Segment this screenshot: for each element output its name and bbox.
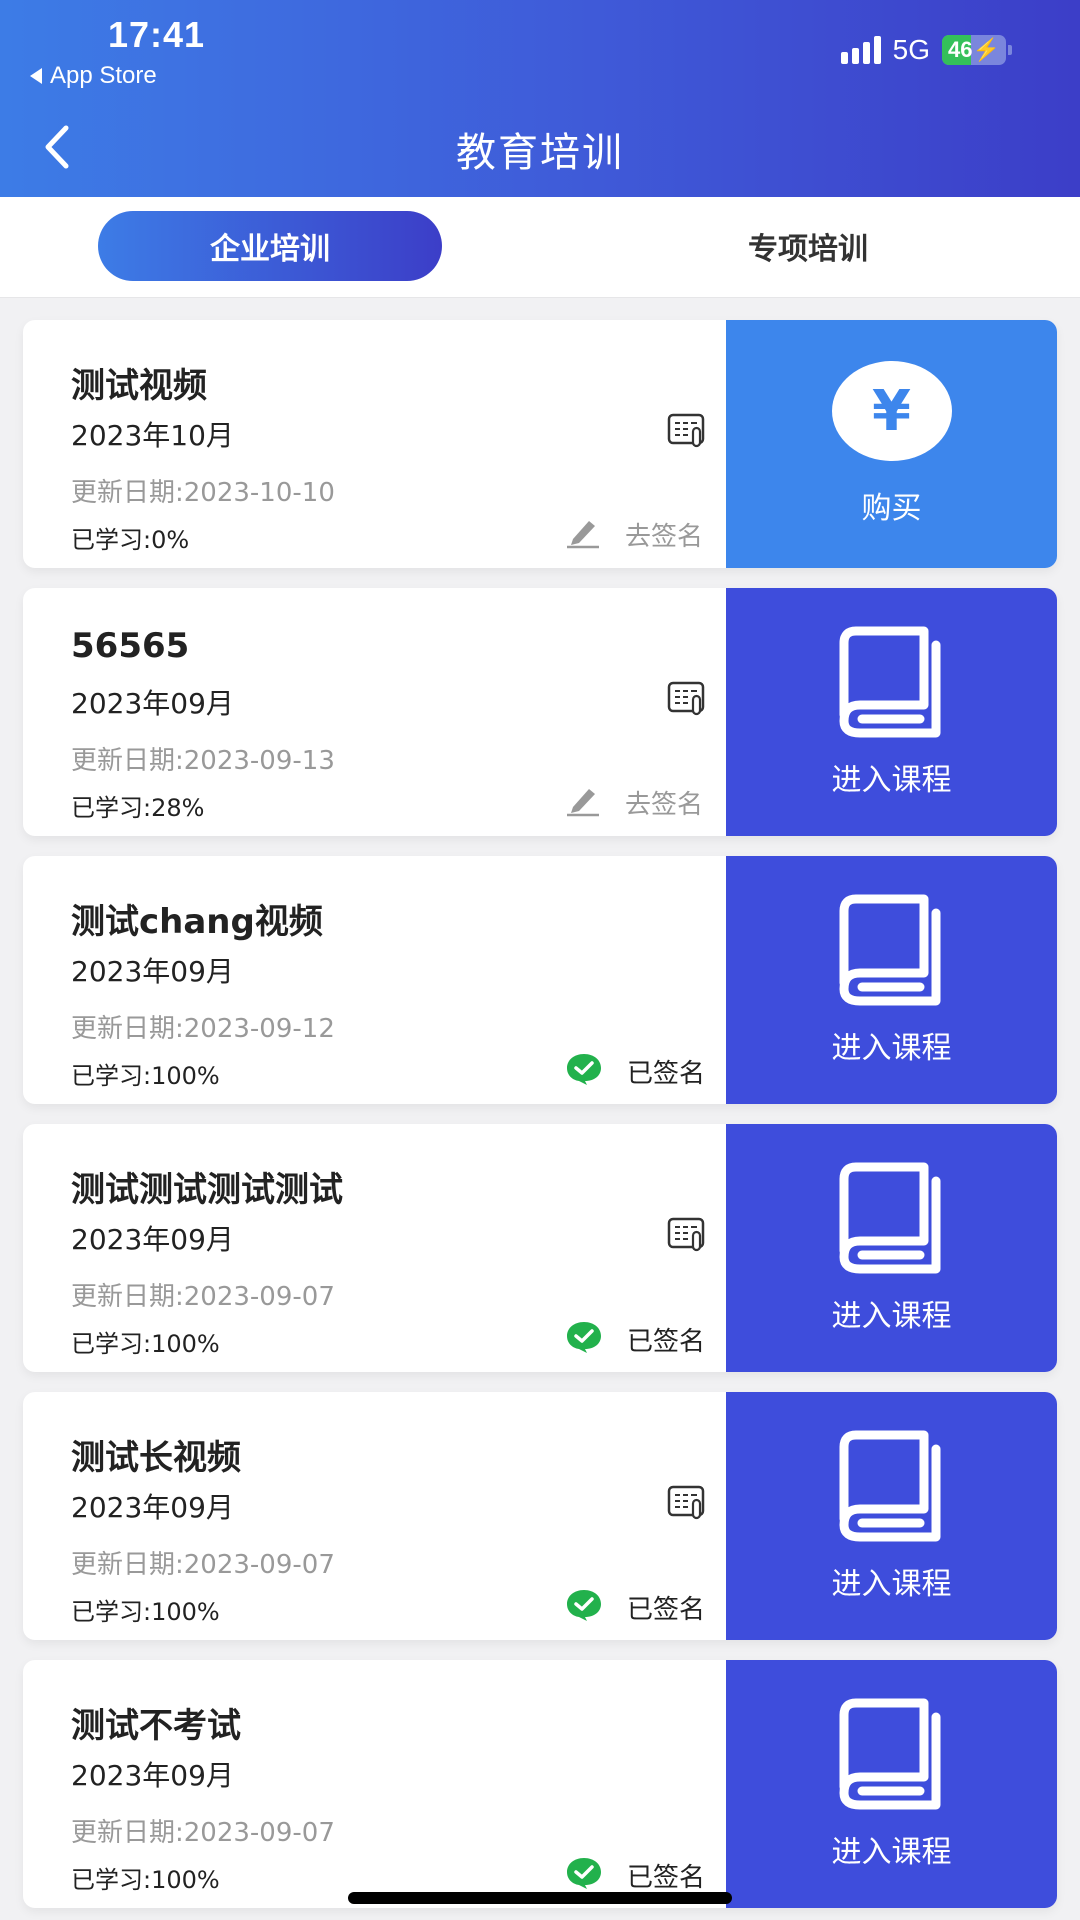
course-month: 2023年09月	[71, 1491, 234, 1524]
sign-status[interactable]: 去签名	[565, 516, 703, 553]
battery-cap	[1008, 45, 1012, 55]
buy-button[interactable]: ¥ 购买	[726, 320, 1057, 568]
learning-progress: 已学习:28%	[71, 794, 205, 822]
book-icon	[832, 1161, 952, 1281]
charging-icon: ⚡	[972, 37, 1000, 62]
course-card[interactable]: 56565 2023年09月 更新日期:2023-09-13 已学习:28% 去…	[23, 588, 1057, 836]
enter-course-button[interactable]: 进入课程	[726, 1660, 1057, 1908]
book-icon	[832, 1697, 952, 1817]
course-info: 测试视频 2023年10月 更新日期:2023-10-10 已学习:0% 去签名	[71, 320, 711, 568]
learning-progress: 已学习:100%	[71, 1062, 220, 1090]
action-label: 进入课程	[831, 763, 952, 798]
yen-icon: ¥	[831, 361, 952, 461]
update-date: 更新日期:2023-09-13	[71, 746, 335, 776]
learning-progress: 已学习:100%	[71, 1598, 220, 1626]
yen-icon: ¥	[831, 361, 952, 473]
status-indicators: 5G 46⚡	[840, 34, 1012, 66]
learning-progress: 已学习:100%	[71, 1330, 220, 1358]
action-label: 进入课程	[831, 1031, 952, 1066]
action-label: 进入课程	[831, 1567, 952, 1602]
course-title: 测试长视频	[71, 1438, 241, 1478]
sign-status[interactable]: 已签名	[565, 1856, 705, 1894]
exam-paper-button[interactable]	[667, 680, 707, 716]
enter-course-button[interactable]: 进入课程	[726, 1124, 1057, 1372]
pen-icon	[565, 785, 601, 821]
course-info: 测试长视频 2023年09月 更新日期:2023-09-07 已学习:100%	[71, 1392, 711, 1640]
sign-label: 去签名	[625, 790, 704, 820]
action-label: 购买	[861, 491, 922, 526]
enter-course-button[interactable]: 进入课程	[726, 1392, 1057, 1640]
back-to-app-store[interactable]: App Store	[30, 62, 157, 90]
book-icon	[832, 625, 952, 745]
book-icon	[832, 893, 952, 1013]
sign-status[interactable]: 已签名	[565, 1052, 705, 1090]
sign-label: 去签名	[625, 522, 704, 552]
tab-enterprise-training[interactable]: 企业培训	[98, 211, 442, 281]
course-month: 2023年09月	[71, 687, 234, 720]
course-list: 测试视频 2023年10月 更新日期:2023-10-10 已学习:0% 去签名…	[23, 320, 1057, 1920]
update-date: 更新日期:2023-09-12	[71, 1014, 335, 1044]
course-info: 测试chang视频 2023年09月 更新日期:2023-09-12 已学习:1…	[71, 856, 711, 1104]
course-title: 测试测试测试测试	[71, 1170, 343, 1210]
sign-label: 已签名	[627, 1862, 706, 1893]
network-type: 5G	[892, 34, 930, 65]
exam-paper-button[interactable]	[667, 1216, 707, 1252]
tab-bar: 企业培训 专项培训	[0, 197, 1080, 298]
back-triangle-icon	[30, 68, 42, 84]
pen-icon	[565, 517, 601, 553]
course-card[interactable]: 测试长视频 2023年09月 更新日期:2023-09-07 已学习:100%	[23, 1392, 1057, 1640]
exam-paper-icon	[667, 1485, 705, 1520]
action-label: 进入课程	[831, 1835, 952, 1870]
course-info: 56565 2023年09月 更新日期:2023-09-13 已学习:28% 去…	[71, 588, 711, 836]
course-card[interactable]: 测试测试测试测试 2023年09月 更新日期:2023-09-07 已学习:10…	[23, 1124, 1057, 1372]
learning-progress: 已学习:100%	[71, 1866, 220, 1894]
sign-status[interactable]: 已签名	[565, 1588, 705, 1626]
update-date: 更新日期:2023-09-07	[71, 1282, 335, 1312]
book-icon	[832, 1429, 952, 1549]
enter-course-button[interactable]: 进入课程	[726, 856, 1057, 1104]
signal-icon	[840, 36, 881, 64]
learning-progress: 已学习:0%	[71, 526, 190, 554]
action-label: 进入课程	[831, 1299, 952, 1334]
battery-icon: 46⚡	[942, 35, 1006, 65]
course-month: 2023年09月	[71, 1759, 234, 1792]
exam-paper-icon	[667, 1217, 705, 1252]
course-month: 2023年09月	[71, 955, 234, 988]
page-title: 教育培训	[456, 130, 624, 176]
course-month: 2023年09月	[71, 1223, 234, 1256]
course-card[interactable]: 测试视频 2023年10月 更新日期:2023-10-10 已学习:0% 去签名…	[23, 320, 1057, 568]
course-card[interactable]: 测试不考试 2023年09月 更新日期:2023-09-07 已学习:100% …	[23, 1660, 1057, 1908]
tab-special-training[interactable]: 专项培训	[636, 211, 980, 281]
sign-label: 已签名	[627, 1326, 706, 1357]
signed-check-icon	[565, 1856, 603, 1894]
exam-paper-button[interactable]	[667, 412, 707, 448]
course-title: 56565	[71, 626, 190, 666]
sign-status[interactable]: 已签名	[565, 1320, 705, 1358]
exam-paper-button[interactable]	[667, 1484, 707, 1520]
signed-check-icon	[565, 1320, 603, 1358]
update-date: 更新日期:2023-09-07	[71, 1818, 335, 1848]
course-month: 2023年10月	[71, 419, 234, 452]
course-info: 测试不考试 2023年09月 更新日期:2023-09-07 已学习:100% …	[71, 1660, 711, 1908]
signed-check-icon	[565, 1588, 603, 1626]
update-date: 更新日期:2023-10-10	[71, 478, 335, 508]
update-date: 更新日期:2023-09-07	[71, 1550, 335, 1580]
sign-status[interactable]: 去签名	[565, 784, 703, 821]
header-bar: 17:41 App Store 5G 46⚡ 教育培训	[0, 0, 1080, 197]
sign-label: 已签名	[627, 1594, 706, 1625]
exam-paper-icon	[667, 681, 705, 716]
course-info: 测试测试测试测试 2023年09月 更新日期:2023-09-07 已学习:10…	[71, 1124, 711, 1372]
course-title: 测试视频	[71, 366, 207, 406]
status-time: 17:41	[108, 14, 206, 55]
exam-paper-icon	[667, 413, 705, 448]
enter-course-button[interactable]: 进入课程	[726, 588, 1057, 836]
sign-label: 已签名	[627, 1058, 706, 1089]
course-card[interactable]: 测试chang视频 2023年09月 更新日期:2023-09-12 已学习:1…	[23, 856, 1057, 1104]
signed-check-icon	[565, 1052, 603, 1090]
course-title: 测试chang视频	[71, 902, 323, 942]
course-title: 测试不考试	[71, 1706, 241, 1746]
home-indicator[interactable]	[348, 1892, 732, 1904]
battery-level: 46⚡	[948, 37, 1000, 62]
back-app-label: App Store	[50, 62, 157, 89]
